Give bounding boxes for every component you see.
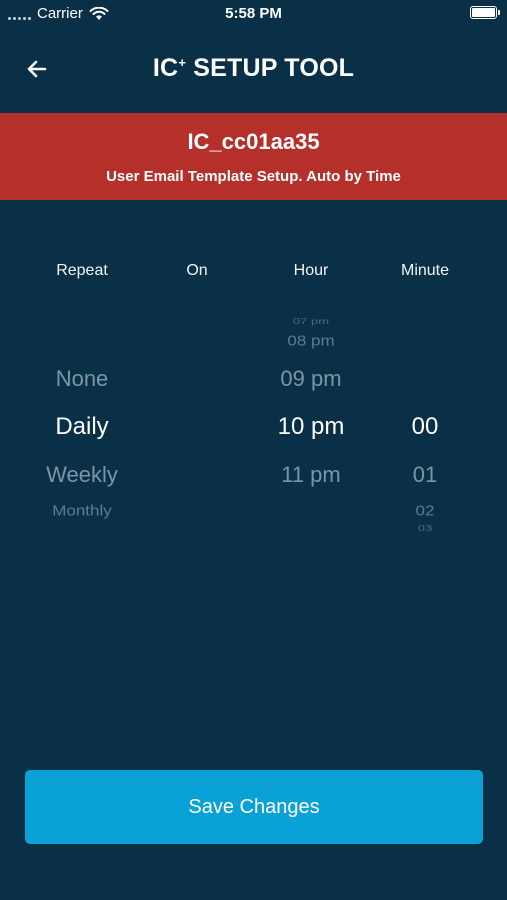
- title-main: IC: [152, 54, 179, 82]
- minute-option[interactable]: 03: [368, 524, 482, 533]
- minute-option[interactable]: 02: [368, 503, 482, 520]
- battery-icon: [470, 6, 500, 19]
- device-id: IC_cc01aa35: [187, 129, 320, 154]
- page-title: IC+ SETUP TOOL: [0, 54, 507, 83]
- hour-option-selected[interactable]: 10 pm: [254, 413, 368, 441]
- hour-option[interactable]: 07 pm: [254, 317, 368, 326]
- save-changes-button[interactable]: Save Changes: [25, 770, 483, 844]
- banner-subtitle: User Email Template Setup. Auto by Time: [106, 168, 401, 185]
- repeat-option[interactable]: Weekly: [25, 462, 139, 488]
- repeat-header: Repeat: [56, 262, 108, 279]
- title-superscript: +: [178, 55, 187, 70]
- minute-option-selected[interactable]: 00: [368, 413, 482, 441]
- repeat-option[interactable]: None: [25, 366, 139, 392]
- repeat-option[interactable]: Monthly: [25, 503, 139, 520]
- hour-option[interactable]: 11 pm: [254, 462, 368, 488]
- status-bar: Carrier 5:58 PM: [0, 0, 507, 28]
- device-banner: IC_cc01aa35 User Email Template Setup. A…: [0, 113, 507, 200]
- repeat-option-selected[interactable]: Daily: [25, 413, 139, 441]
- minute-option[interactable]: 01: [368, 462, 482, 488]
- nav-bar: IC+ SETUP TOOL: [0, 40, 507, 100]
- status-time: 5:58 PM: [225, 5, 282, 22]
- hour-option[interactable]: 09 pm: [254, 366, 368, 392]
- on-picker[interactable]: [140, 310, 254, 540]
- on-header: On: [186, 262, 208, 279]
- hour-header: Hour: [293, 262, 329, 279]
- minute-header: Minute: [400, 262, 450, 279]
- hour-option[interactable]: 08 pm: [254, 333, 368, 350]
- title-rest: SETUP TOOL: [186, 54, 355, 82]
